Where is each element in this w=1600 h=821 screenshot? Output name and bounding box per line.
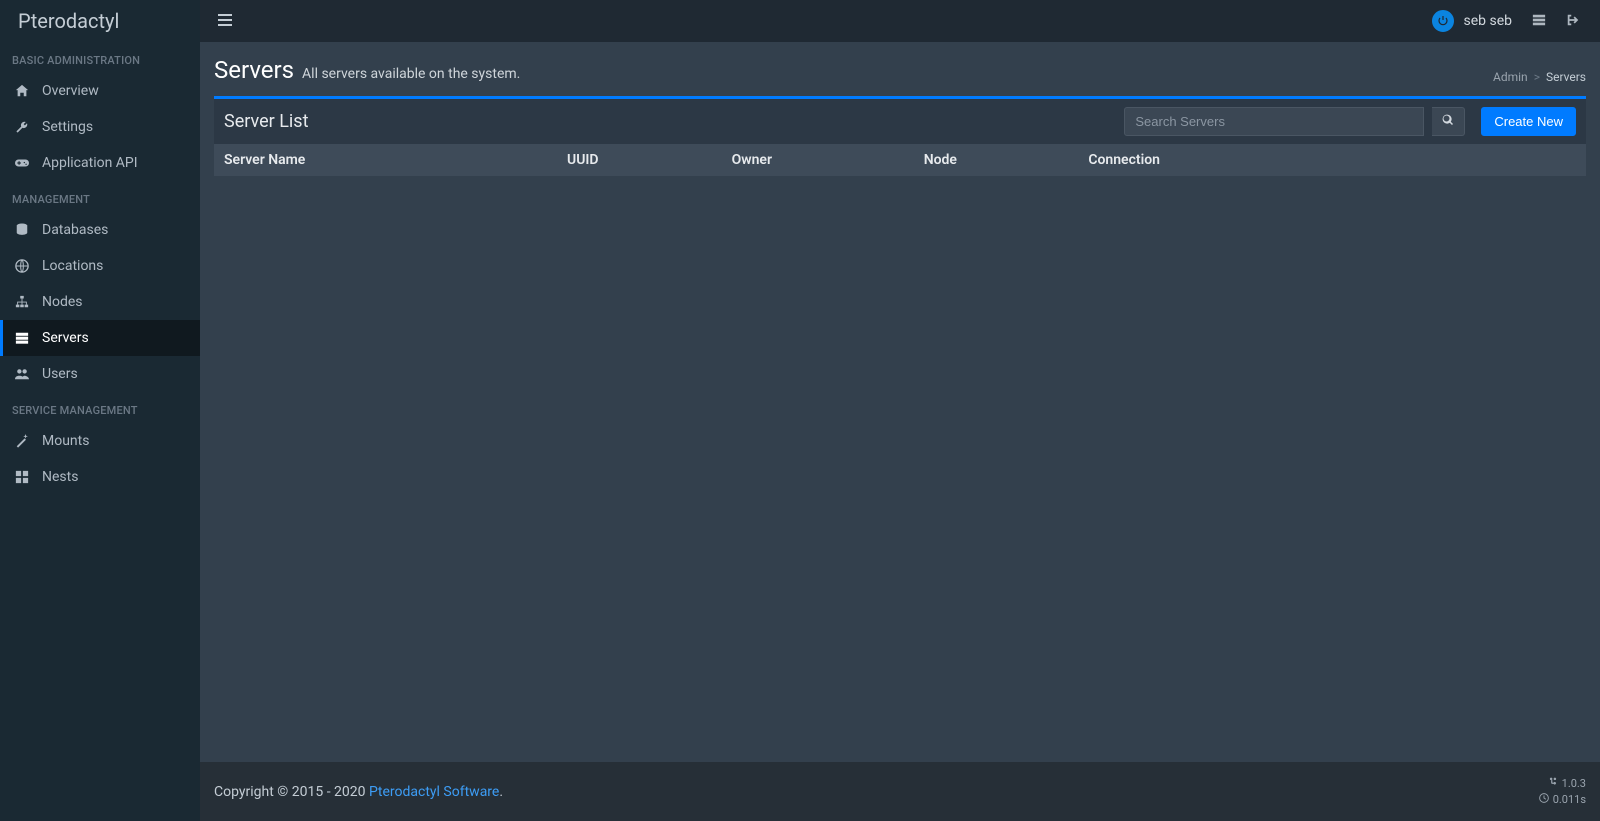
create-new-button[interactable]: Create New — [1481, 107, 1576, 136]
search-input[interactable] — [1124, 107, 1424, 136]
sidebar-section-header: BASIC ADMINISTRATION — [0, 42, 200, 73]
table-header-cell: UUID — [557, 144, 722, 176]
server-table: Server NameUUIDOwnerNodeConnection — [214, 144, 1586, 176]
sidebar-item-databases[interactable]: Databases — [0, 212, 200, 248]
sidebar-item-settings[interactable]: Settings — [0, 109, 200, 145]
sidebar-item-mounts[interactable]: Mounts — [0, 423, 200, 459]
table-header-cell: Owner — [722, 144, 914, 176]
search-icon — [1442, 114, 1454, 129]
sidebar-item-label: Overview — [42, 83, 99, 99]
power-icon — [1432, 10, 1454, 32]
footer-version: 1.0.3 — [1562, 776, 1586, 791]
home-icon — [14, 84, 30, 98]
sidebar-item-api[interactable]: Application API — [0, 145, 200, 181]
server-list-icon[interactable] — [1522, 6, 1556, 37]
hamburger-icon[interactable] — [210, 6, 240, 37]
breadcrumb-current: Servers — [1546, 70, 1586, 84]
sidebar-item-nests[interactable]: Nests — [0, 459, 200, 495]
sidebar-item-locations[interactable]: Locations — [0, 248, 200, 284]
page-subtitle: All servers available on the system. — [302, 66, 520, 82]
sidebar-item-label: Databases — [42, 222, 108, 238]
footer-suffix: . — [499, 784, 503, 800]
user-menu[interactable]: seb seb — [1432, 10, 1513, 32]
sidebar-item-label: Nests — [42, 469, 78, 485]
sidebar-item-label: Nodes — [42, 294, 83, 310]
page-title: Servers — [214, 56, 294, 84]
sidebar-item-label: Application API — [42, 155, 138, 171]
sidebar-item-label: Users — [42, 366, 78, 382]
magic-icon — [14, 434, 30, 448]
breadcrumb-separator: > — [1534, 70, 1540, 84]
sidebar-item-nodes[interactable]: Nodes — [0, 284, 200, 320]
sidebar-item-label: Locations — [42, 258, 103, 274]
box-title: Server List — [224, 111, 308, 132]
sidebar-item-servers[interactable]: Servers — [0, 320, 200, 356]
footer: Copyright © 2015 - 2020 Pterodactyl Soft… — [200, 762, 1600, 821]
server-list-box: Server List Create New Server NameUUIDOw… — [214, 96, 1586, 176]
th-large-icon — [14, 470, 30, 484]
logout-icon[interactable] — [1556, 6, 1590, 37]
sidebar-section-header: SERVICE MANAGEMENT — [0, 392, 200, 423]
sidebar-item-label: Servers — [42, 330, 89, 346]
sidebar-item-label: Mounts — [42, 433, 89, 449]
server-icon — [14, 331, 30, 345]
footer-timing: 0.011s — [1553, 792, 1586, 807]
breadcrumb: Admin > Servers — [1493, 70, 1586, 84]
table-header-cell: Node — [914, 144, 1079, 176]
table-header-cell: Connection — [1078, 144, 1586, 176]
clock-icon — [1539, 792, 1549, 807]
sitemap-icon — [14, 295, 30, 309]
sidebar-item-label: Settings — [42, 119, 93, 135]
table-header-cell: Server Name — [214, 144, 557, 176]
page-header: Servers All servers available on the sys… — [214, 56, 1586, 84]
gamepad-icon — [14, 156, 30, 170]
footer-copyright: Copyright © 2015 - 2020 — [214, 784, 369, 800]
topbar: seb seb — [200, 0, 1600, 42]
sidebar-section-header: MANAGEMENT — [0, 181, 200, 212]
username-label: seb seb — [1464, 13, 1513, 29]
globe-icon — [14, 259, 30, 273]
brand[interactable]: Pterodactyl — [0, 0, 200, 42]
footer-link[interactable]: Pterodactyl Software — [369, 784, 499, 800]
sidebar-item-users[interactable]: Users — [0, 356, 200, 392]
search-button[interactable] — [1432, 107, 1465, 136]
breadcrumb-admin[interactable]: Admin — [1493, 70, 1528, 84]
sidebar: Pterodactyl BASIC ADMINISTRATION Overview… — [0, 0, 200, 821]
users-icon — [14, 367, 30, 381]
database-icon — [14, 223, 30, 237]
wrench-icon — [14, 120, 30, 134]
sidebar-item-overview[interactable]: Overview — [0, 73, 200, 109]
branch-icon — [1548, 776, 1558, 791]
